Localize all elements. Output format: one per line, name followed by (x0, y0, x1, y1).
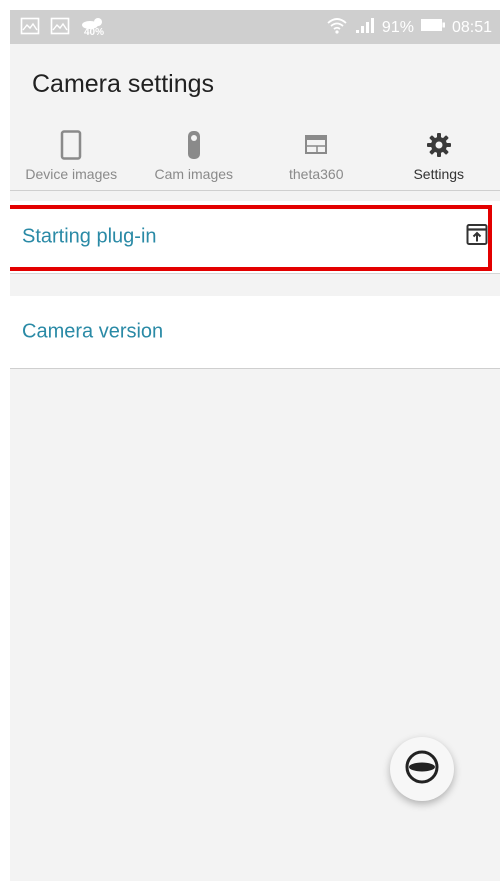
tab-cam-images[interactable]: Cam images (133, 124, 256, 190)
tab-theta360[interactable]: theta360 (255, 124, 378, 190)
tab-label: Device images (25, 166, 118, 182)
phone-screen: 40% 91% 08:51 Camera settings Device ima… (10, 10, 500, 881)
list-item-starting-plugin[interactable]: Starting plug-in (10, 201, 500, 273)
status-right-icons: 91% 08:51 (326, 16, 492, 39)
weather-percent: 40% (84, 27, 105, 38)
tab-device-images[interactable]: Device images (10, 124, 133, 190)
settings-list: Starting plug-in Camera version (10, 201, 500, 369)
list-item-label: Starting plug-in (22, 225, 157, 248)
battery-icon (420, 17, 446, 38)
status-bar: 40% 91% 08:51 (10, 10, 500, 44)
theta-camera-button[interactable] (390, 737, 454, 801)
theta-camera-icon (404, 749, 440, 790)
open-in-new-icon (466, 224, 488, 251)
page-title: Camera settings (32, 70, 215, 98)
list-divider (10, 368, 500, 369)
browser-window-icon (304, 130, 328, 160)
screen: 40% 91% 08:51 Camera settings Device ima… (0, 0, 500, 881)
tab-label: theta360 (289, 166, 344, 182)
tab-bar: Device images Cam images theta360 Settin… (10, 124, 500, 191)
image-icon (20, 17, 40, 40)
weather-icon: 40% (80, 16, 108, 40)
status-time: 08:51 (451, 18, 492, 36)
status-left-icons: 40% (20, 16, 108, 40)
tab-label: Settings (413, 166, 465, 182)
list-item-label: Camera version (22, 320, 164, 343)
phone-icon (59, 130, 83, 160)
list-item-camera-version[interactable]: Camera version (10, 296, 500, 368)
wifi-icon (326, 16, 348, 39)
tab-settings[interactable]: Settings (378, 124, 500, 190)
tab-label: Cam images (154, 166, 234, 182)
image-icon (50, 17, 70, 40)
battery-percent: 91% (381, 18, 414, 36)
app-header: Camera settings (10, 44, 500, 124)
list-gap (10, 273, 500, 296)
camera-icon (182, 130, 206, 160)
gear-icon (424, 130, 454, 160)
signal-icon (354, 16, 376, 39)
